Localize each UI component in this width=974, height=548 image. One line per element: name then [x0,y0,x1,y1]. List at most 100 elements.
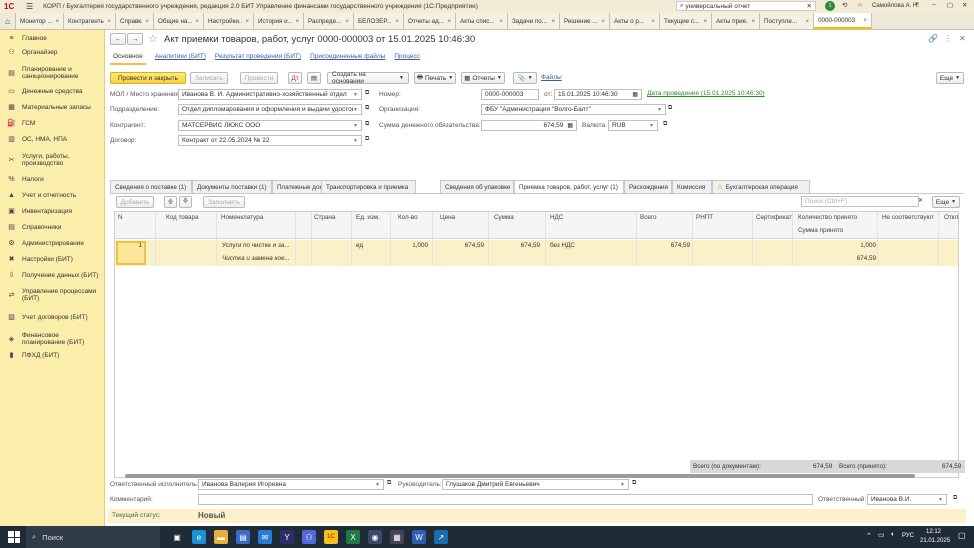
close-window-icon[interactable]: ✕ [962,1,967,9]
window-tab[interactable]: Акты о р... × [610,13,660,29]
post-button[interactable]: Провести [240,72,278,84]
document-tab[interactable]: Транспортировка и приемка [321,180,416,193]
window-tab[interactable]: Распреде... × [304,13,354,29]
mol-open-icon[interactable]: ⧉ [365,90,369,97]
sidebar-item[interactable]: ▤ Планирование и санкционирование [0,66,104,80]
form-close-icon[interactable]: ✕ [959,34,966,43]
print-button[interactable]: 🖶 Печать ▼ [414,72,456,84]
clock-time[interactable]: 12:12 [926,529,941,535]
close-tab-icon[interactable]: × [551,18,555,25]
responsible-open-icon[interactable]: ⧉ [953,495,957,502]
sidebar-item[interactable]: ▤ Справочники [0,223,104,232]
explorer-icon[interactable]: ▬ [214,530,228,544]
table-cell-nomenclature[interactable]: Услуги по чистке и за... [222,242,294,249]
close-tab-icon[interactable]: × [55,18,59,25]
calc-icon[interactable]: ▦ [390,530,404,544]
table-cell-sum-accepted[interactable]: 674,59 [798,255,876,262]
files-link[interactable]: Файлы [541,74,562,81]
maximize-icon[interactable]: ▢ [947,1,953,9]
window-tab[interactable]: Отчеты ад... × [404,13,456,29]
executor-field[interactable]: Иванова Валерия Игоревна ▼ [198,479,384,490]
calendar-icon[interactable]: ▦ [632,91,638,98]
close-tab-icon[interactable]: × [395,18,399,25]
column-header[interactable]: Не соответствуют [882,214,934,221]
sidebar-item[interactable]: ⇄ Управление процессами (БИТ) [0,288,104,302]
window-tab[interactable]: Акты прие... × [712,13,760,29]
close-tab-icon[interactable]: × [145,18,149,25]
post-and-close-button[interactable]: Провести и закрыть [110,72,186,84]
contract-field[interactable]: Контракт от 22.05.2024 № 22 ▼ [178,135,362,146]
table-cell-qty-accepted[interactable]: 1,000 [798,242,876,249]
document-tab[interactable]: Приемка товаров, работ, услуг (1) [514,180,624,194]
sidebar-item[interactable]: ▮ ПФХД (БИТ) [0,351,104,360]
document-tab[interactable]: Документы поставки (1) [192,180,272,193]
table-search-field[interactable]: Поиск (Ctrl+F) [801,196,919,207]
column-header[interactable]: Страна [314,214,335,221]
mol-field[interactable]: Иванова В. И. Административно-хозяйствен… [178,89,362,100]
task-view-icon[interactable]: ▣ [170,530,184,544]
forward-button[interactable]: → [127,33,143,45]
currency-open-icon[interactable]: ⧉ [663,121,667,128]
sidebar-item[interactable]: % Налоги [0,175,104,184]
clock-date[interactable]: 21.01.2025 [920,538,950,544]
app-people-icon[interactable]: ⚇ [302,530,316,544]
language-indicator[interactable]: РУС [902,533,914,539]
toolbar-more-button[interactable]: Еще ▼ [936,72,964,84]
column-header[interactable]: НДС [550,214,563,221]
document-tab[interactable]: Комиссия [672,180,712,193]
column-subheader[interactable]: Сумма принято [798,227,843,234]
excel-icon[interactable]: X [346,530,360,544]
form-nav-link[interactable]: Процесс [394,53,420,65]
form-nav-link[interactable]: Основное [110,53,146,65]
window-tab[interactable]: Монитор ... × [16,13,64,29]
column-header[interactable]: Цена [440,214,455,221]
close-tab-icon[interactable]: × [499,18,503,25]
currency-field[interactable]: RUB ▼ [608,120,658,131]
head-open-icon[interactable]: ⧉ [632,480,636,487]
move-down-button[interactable]: 🡇 [179,196,192,208]
amount-field[interactable]: 674,59 ▦ [481,120,577,131]
app-y-icon[interactable]: Y [280,530,294,544]
word-icon[interactable]: W [412,530,426,544]
window-tab[interactable]: История и... × [254,13,304,29]
column-header[interactable]: Количество принято [798,214,857,221]
app-arrow-icon[interactable]: ↗ [434,530,448,544]
number-field[interactable]: 0000-000003 [481,89,539,100]
sidebar-item[interactable]: ⛽ ГСМ [0,119,104,128]
table-cell-n[interactable]: 1 [118,242,142,249]
attach-button[interactable]: 📎 ▼ [513,72,537,84]
reports-button[interactable]: ▦ Отчеты ▼ [461,72,505,84]
sidebar-item[interactable]: ✖ Настройки (БИТ) [0,255,104,264]
dept-open-icon[interactable]: ⧉ [365,105,369,112]
counterparty-field[interactable]: МАТСЕРВИС ЛЮКС ООО ▼ [178,120,362,131]
app-gamepad-icon[interactable]: ◉ [368,530,382,544]
window-tab[interactable]: Контрагенты × [64,13,116,29]
table-more-button[interactable]: Еще ▼ [932,196,960,208]
responsible-field[interactable]: Иванова В.И. ▼ [867,494,947,505]
close-tab-icon[interactable]: × [651,18,655,25]
window-tab[interactable]: Задачи по... × [508,13,560,29]
close-tab-icon[interactable]: × [863,17,867,24]
form-nav-link[interactable]: Присоединенные файлы [310,53,385,65]
clear-icon[interactable]: ✕ [807,2,812,10]
close-tab-icon[interactable]: × [703,18,707,25]
sidebar-item[interactable]: ▧ Учет договоров (БИТ) [0,313,104,322]
sidebar-item[interactable]: ▭ Денежные средства [0,87,104,96]
volume-icon[interactable]: ◖ [890,531,894,538]
close-tab-icon[interactable]: × [195,18,199,25]
sidebar-item[interactable]: ⚇ Органайзер [0,48,104,57]
column-header[interactable]: РНПТ [696,214,713,221]
notifications-icon[interactable]: ▢ [958,531,966,540]
column-header[interactable]: N [118,214,123,221]
postings-icon[interactable]: Дт [288,72,302,84]
window-tab[interactable]: Решение ... × [560,13,610,29]
table-cell-total[interactable]: 674,59 [640,242,690,249]
save-button[interactable]: Записать [190,72,228,84]
document-tab[interactable]: ⚠ Бухгалтерская операция [712,180,810,193]
settings-icon[interactable]: ≡ [915,1,919,8]
sidebar-item[interactable]: ⇩ Получение данных (БИТ) [0,271,104,280]
table-cell-unit[interactable]: ед [356,242,386,249]
hamburger-icon[interactable]: ☰ [26,2,33,11]
column-header[interactable]: Откл [944,214,958,221]
table-cell-qty[interactable]: 1,000 [390,242,428,249]
